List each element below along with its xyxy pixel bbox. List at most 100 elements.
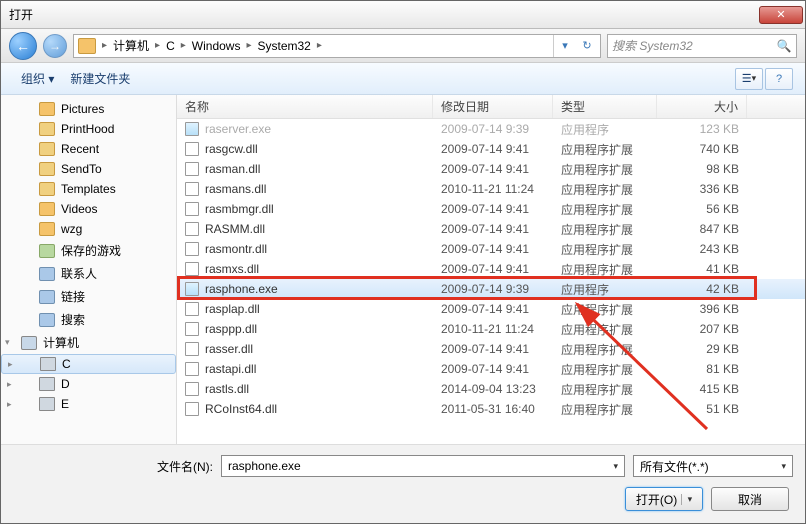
file-row[interactable]: rasmxs.dll2009-07-14 9:41应用程序扩展41 KB <box>177 259 805 279</box>
file-row[interactable]: rasmans.dll2010-11-21 11:24应用程序扩展336 KB <box>177 179 805 199</box>
sidebar-item[interactable]: SendTo <box>1 159 176 179</box>
sidebar-item[interactable]: wzg <box>1 219 176 239</box>
sidebar-item[interactable]: Videos <box>1 199 176 219</box>
col-date[interactable]: 修改日期 <box>433 95 553 118</box>
file-size: 396 KB <box>657 302 747 316</box>
file-type: 应用程序扩展 <box>553 201 657 218</box>
open-dialog-window: 打开 ✕ ← → ▸ 计算机 ▸ C ▸ Windows ▸ System32 … <box>0 0 806 524</box>
file-date: 2009-07-14 9:39 <box>433 122 553 136</box>
file-row[interactable]: RASMM.dll2009-07-14 9:41应用程序扩展847 KB <box>177 219 805 239</box>
breadcrumb-seg[interactable]: Windows <box>188 39 245 53</box>
expand-icon[interactable]: ▾ <box>5 337 15 348</box>
sidebar-item[interactable]: 搜索 <box>1 308 176 331</box>
breadcrumb-seg[interactable]: 计算机 <box>109 37 153 54</box>
sidebar[interactable]: PicturesPrintHoodRecentSendToTemplatesVi… <box>1 95 177 444</box>
sidebar-item[interactable]: Templates <box>1 179 176 199</box>
file-name: rasgcw.dll <box>205 142 258 156</box>
file-date: 2010-11-21 11:24 <box>433 182 553 196</box>
file-row[interactable]: rasplap.dll 2009-07-14 9:41应用程序扩展396 KB <box>177 299 805 319</box>
breadcrumb-seg[interactable]: C <box>162 39 179 53</box>
dialog-body: PicturesPrintHoodRecentSendToTemplatesVi… <box>1 95 805 444</box>
file-size: 207 KB <box>657 322 747 336</box>
sidebar-item[interactable]: ▸C <box>1 354 176 374</box>
file-date: 2009-07-14 9:41 <box>433 242 553 256</box>
chevron-right-icon: ▸ <box>244 40 253 51</box>
cancel-button[interactable]: 取消 <box>711 487 789 511</box>
file-icon <box>185 382 199 396</box>
sidebar-item[interactable]: 保存的游戏 <box>1 239 176 262</box>
file-row[interactable]: rasser.dll2009-07-14 9:41应用程序扩展29 KB <box>177 339 805 359</box>
col-name[interactable]: 名称 <box>177 95 433 118</box>
file-icon <box>185 122 199 136</box>
folder-icon <box>39 102 55 116</box>
file-date: 2009-07-14 9:39 <box>433 282 553 296</box>
col-type[interactable]: 类型 <box>553 95 657 118</box>
sidebar-item[interactable]: Recent <box>1 139 176 159</box>
sidebar-item[interactable]: ▸E <box>1 394 176 414</box>
file-row[interactable]: rastls.dll2014-09-04 13:23应用程序扩展415 KB <box>177 379 805 399</box>
open-button[interactable]: 打开(O) ▾ <box>625 487 703 511</box>
folder-alt-icon <box>39 122 55 136</box>
file-type: 应用程序扩展 <box>553 141 657 158</box>
filename-input[interactable]: rasphone.exe ▾ <box>221 455 625 477</box>
organize-menu[interactable]: 组织 ▾ <box>13 66 62 91</box>
file-row[interactable]: rasppp.dll2010-11-21 11:24应用程序扩展207 KB <box>177 319 805 339</box>
breadcrumb-seg[interactable]: System32 <box>254 39 315 53</box>
file-date: 2009-07-14 9:41 <box>433 162 553 176</box>
sidebar-item[interactable]: 联系人 <box>1 262 176 285</box>
list-icon: ☰ <box>742 72 752 85</box>
nav-back-button[interactable]: ← <box>9 32 37 60</box>
folder-alt-icon <box>39 182 55 196</box>
file-row[interactable]: rasmontr.dll2009-07-14 9:41应用程序扩展243 KB <box>177 239 805 259</box>
breadcrumb[interactable]: ▸ 计算机 ▸ C ▸ Windows ▸ System32 ▸ ▾ ↻ <box>73 34 601 58</box>
folder-alt-icon <box>39 162 55 176</box>
new-folder-button[interactable]: 新建文件夹 <box>62 66 138 91</box>
file-type: 应用程序扩展 <box>553 361 657 378</box>
file-row[interactable]: rastapi.dll2009-07-14 9:41应用程序扩展81 KB <box>177 359 805 379</box>
file-row[interactable]: rasman.dll2009-07-14 9:41应用程序扩展98 KB <box>177 159 805 179</box>
view-mode-button[interactable]: ☰▾ <box>735 68 763 90</box>
file-date: 2009-07-14 9:41 <box>433 302 553 316</box>
sidebar-item-label: 保存的游戏 <box>61 242 121 259</box>
sidebar-item[interactable]: PrintHood <box>1 119 176 139</box>
file-row[interactable]: rasmbmgr.dll2009-07-14 9:41应用程序扩展56 KB <box>177 199 805 219</box>
file-list[interactable]: raserver.exe2009-07-14 9:39应用程序123 KBras… <box>177 119 805 444</box>
file-row[interactable]: raserver.exe2009-07-14 9:39应用程序123 KB <box>177 119 805 139</box>
expand-icon[interactable]: ▸ <box>8 359 18 370</box>
close-button[interactable]: ✕ <box>759 6 803 24</box>
filetype-filter[interactable]: 所有文件(*.*) ▾ <box>633 455 793 477</box>
file-type: 应用程序扩展 <box>553 401 657 418</box>
nav-forward-button[interactable]: → <box>43 34 67 58</box>
expand-icon[interactable]: ▸ <box>7 379 17 390</box>
toolbar: 组织 ▾ 新建文件夹 ☰▾ ? <box>1 63 805 95</box>
filename-value: rasphone.exe <box>228 459 301 473</box>
help-button[interactable]: ? <box>765 68 793 90</box>
refresh-button[interactable]: ↻ <box>576 35 598 57</box>
file-icon <box>185 142 199 156</box>
expand-icon[interactable]: ▸ <box>7 399 17 410</box>
file-icon <box>185 262 199 276</box>
file-size: 415 KB <box>657 382 747 396</box>
file-name: raserver.exe <box>205 122 271 136</box>
sidebar-item[interactable]: ▸D <box>1 374 176 394</box>
col-size[interactable]: 大小 <box>657 95 747 118</box>
file-name: rasplap.dll <box>205 302 260 316</box>
sidebar-item[interactable]: ▾计算机 <box>1 331 176 354</box>
file-icon <box>185 402 199 416</box>
file-row[interactable]: RCoInst64.dll2011-05-31 16:40应用程序扩展51 KB <box>177 399 805 419</box>
sidebar-item[interactable]: Pictures <box>1 99 176 119</box>
file-name: rasmontr.dll <box>205 242 267 256</box>
file-date: 2009-07-14 9:41 <box>433 262 553 276</box>
file-row[interactable]: rasphone.exe2009-07-14 9:39应用程序42 KB <box>177 279 805 299</box>
file-size: 51 KB <box>657 402 747 416</box>
file-icon <box>185 182 199 196</box>
search-input[interactable]: 搜索 System32 🔍 <box>607 34 797 58</box>
sidebar-item[interactable]: 链接 <box>1 285 176 308</box>
file-size: 81 KB <box>657 362 747 376</box>
file-size: 847 KB <box>657 222 747 236</box>
file-name: rasmbmgr.dll <box>205 202 274 216</box>
file-type: 应用程序扩展 <box>553 301 657 318</box>
file-name: RCoInst64.dll <box>205 402 277 416</box>
dropdown-history-button[interactable]: ▾ <box>554 35 576 57</box>
file-row[interactable]: rasgcw.dll2009-07-14 9:41应用程序扩展740 KB <box>177 139 805 159</box>
